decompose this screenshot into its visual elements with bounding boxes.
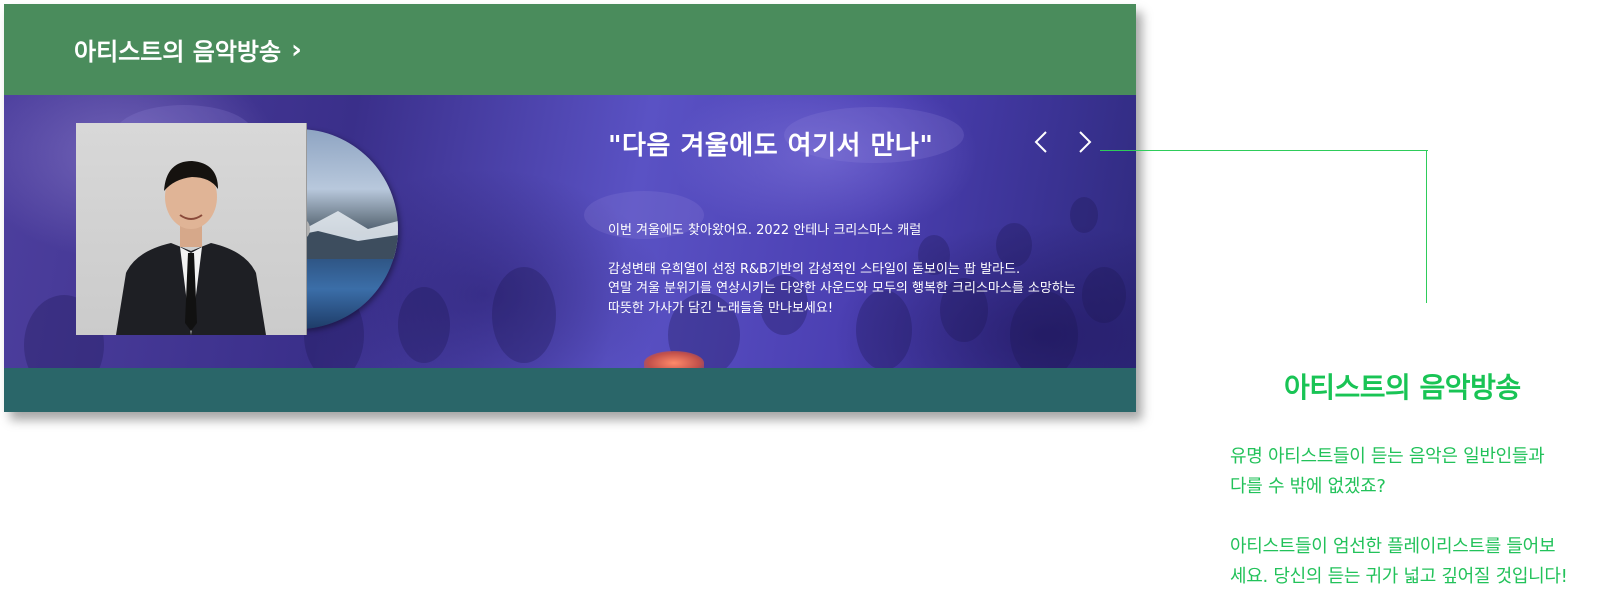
banner-desc-line: 따뜻한 가사가 담긴 노래들을 만나보세요! [608,300,834,316]
chevron-left-icon [1034,131,1047,153]
annotation-line: 세요. 당신의 듣는 귀가 넓고 깊어질 것입니다! [1230,566,1568,587]
album-artwork[interactable] [76,123,398,335]
chevron-right-icon: › [291,34,302,65]
banner-quote: "다음 겨울에도 여기서 만나" [608,131,934,161]
card-title: 아티스트의 음악방송 [74,38,282,66]
banner-desc-line: 감성변태 유희열이 선정 R&B기반의 감성적인 스타일이 돋보이는 팝 발라드… [608,261,1021,277]
annotation-title: 아티스트의 음악방송 [1284,371,1521,404]
page: 아티스트의 음악방송 › "다음 겨울에도 여기서 만나" 이번 겨울에도 찾아… [0,0,1618,591]
artist-music-card: 아티스트의 음악방송 › "다음 겨울에도 여기서 만나" 이번 겨울에도 찾아… [4,4,1136,412]
card-footer [4,368,1136,412]
banner-desc-line: 연말 겨울 분위기를 연상시키는 다양한 사운드와 모두의 행복한 크리스마스를… [608,281,1076,296]
annotation-connector-horizontal [1100,150,1428,151]
next-button[interactable] [1068,125,1102,159]
banner-description: 이번 겨울에도 찾아왔어요. 2022 안테나 크리스마스 캐럴 감성변태 유희… [608,221,1088,318]
annotation-line: 다를 수 밖에 없겠죠? [1230,476,1386,497]
annotation-line: 유명 아티스트들이 듣는 음악은 일반인들과 [1230,446,1545,467]
card-header: 아티스트의 음악방송 › [4,4,1136,95]
album-cover [76,123,307,335]
annotation-body: 유명 아티스트들이 듣는 음악은 일반인들과 다를 수 밖에 없겠죠? 아티스트… [1230,442,1615,591]
artist-photo [116,161,266,335]
banner-intro: 이번 겨울에도 찾아왔어요. 2022 안테나 크리스마스 캐럴 [608,223,922,238]
annotation-line: 아티스트들이 엄선한 플레이리스트를 들어보 [1230,536,1556,557]
chevron-right-icon [1079,131,1092,153]
card-title-link[interactable]: 아티스트의 음악방송 › [74,32,302,67]
carousel-nav [1024,125,1102,159]
annotation-connector-vertical [1426,150,1427,303]
prev-button[interactable] [1024,125,1058,159]
banner[interactable]: "다음 겨울에도 여기서 만나" 이번 겨울에도 찾아왔어요. 2022 안테나… [4,95,1136,375]
